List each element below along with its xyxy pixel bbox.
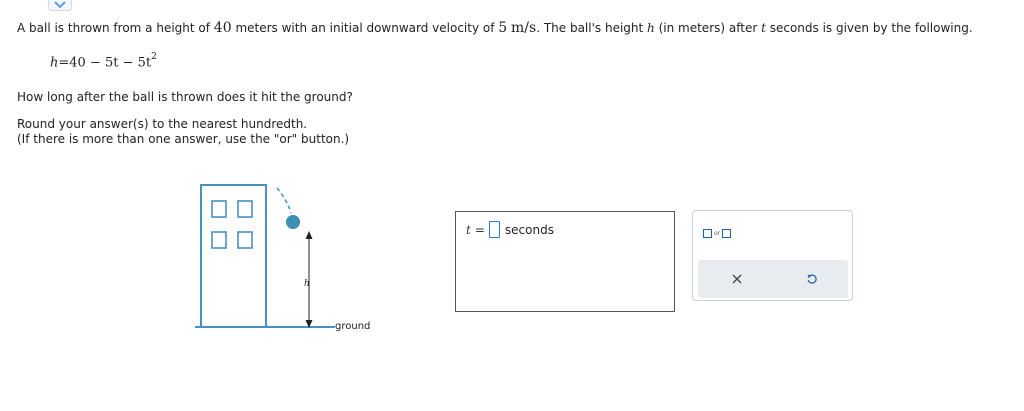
height-value: 40 (213, 20, 232, 36)
math-tools-panel: or (692, 210, 853, 301)
building (200, 184, 267, 328)
or-left-box-icon (703, 229, 712, 238)
tool-actions-bar (698, 260, 848, 298)
ball (286, 215, 300, 229)
chevron-down-icon (54, 1, 66, 9)
building-diagram-graphic: h ground (195, 184, 370, 332)
window (237, 200, 253, 218)
height-variable: h (647, 21, 655, 35)
answer-input[interactable] (488, 221, 500, 238)
clear-button[interactable] (728, 270, 746, 288)
answer-units: seconds (504, 222, 554, 237)
height-formula: h=40 − 5t − 5t2 (50, 52, 157, 71)
window (237, 231, 253, 249)
answer-variable: t (466, 222, 471, 237)
or-button[interactable]: or (703, 229, 732, 238)
collapse-button[interactable] (48, 0, 72, 11)
ground-label: ground (335, 321, 370, 332)
instructions: Round your answer(s) to the nearest hund… (17, 117, 350, 146)
or-right-box-icon (722, 229, 732, 238)
building-diagram: h ground (190, 180, 390, 340)
velocity-unit: m/s (511, 20, 537, 36)
arrow-head-up (305, 231, 313, 239)
ball-trajectory (276, 187, 292, 214)
answer-area: t = seconds (455, 211, 675, 312)
window (211, 231, 227, 249)
question-text: How long after the ball is thrown does i… (17, 90, 353, 104)
velocity-value: 5 (498, 20, 508, 36)
answer-row: t = seconds (466, 221, 554, 238)
close-icon (732, 274, 742, 284)
problem-statement: A ball is thrown from a height of 40 met… (17, 20, 973, 36)
undo-button[interactable] (803, 270, 821, 288)
undo-icon (807, 274, 817, 284)
window (211, 200, 227, 218)
diagram-h-label: h (304, 279, 310, 289)
or-label: or (714, 230, 721, 237)
answer-equals: = (474, 222, 485, 237)
